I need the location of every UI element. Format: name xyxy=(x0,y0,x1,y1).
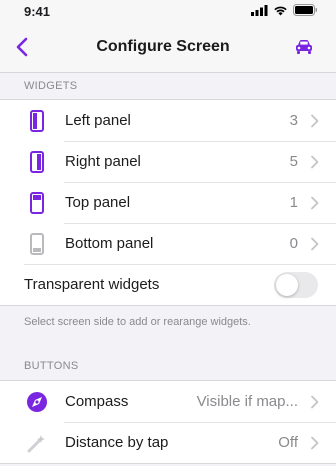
compass-value: Visible if map... xyxy=(196,393,298,410)
left-panel-icon xyxy=(25,109,49,133)
left-panel-row[interactable]: Left panel 3 xyxy=(0,100,336,141)
chevron-left-icon xyxy=(16,37,28,57)
chevron-right-icon xyxy=(311,114,319,127)
top-panel-label: Top panel xyxy=(65,194,131,211)
top-panel-row[interactable]: Top panel 1 xyxy=(0,182,336,223)
status-icons xyxy=(251,3,318,19)
transparent-widgets-label: Transparent widgets xyxy=(24,276,160,293)
compass-label: Compass xyxy=(65,393,129,410)
chevron-right-icon xyxy=(311,395,319,408)
battery-icon xyxy=(293,3,318,19)
right-panel-row[interactable]: Right panel 5 xyxy=(0,141,336,182)
car-mode-button[interactable] xyxy=(292,35,316,59)
bottom-panel-icon xyxy=(25,232,49,256)
bottom-panel-label: Bottom panel xyxy=(65,235,154,252)
back-button[interactable] xyxy=(10,35,34,59)
distance-by-tap-label: Distance by tap xyxy=(65,434,169,451)
bottom-panel-row[interactable]: Bottom panel 0 xyxy=(0,223,336,264)
widgets-section-header: WIDGETS xyxy=(24,80,78,92)
widgets-footer-note: Select screen side to add or rearange wi… xyxy=(24,316,251,328)
left-panel-label: Left panel xyxy=(65,112,131,129)
car-icon xyxy=(295,40,312,54)
transparent-widgets-toggle[interactable] xyxy=(274,271,318,298)
chevron-right-icon xyxy=(311,155,319,168)
bottom-panel-count: 0 xyxy=(289,235,298,252)
right-panel-icon xyxy=(25,150,49,174)
top-panel-icon xyxy=(25,191,49,215)
distance-by-tap-row[interactable]: Distance by tap Off xyxy=(0,422,336,463)
compass-icon xyxy=(25,390,49,414)
widgets-group: Left panel 3 Right panel 5 Top panel 1 B… xyxy=(0,99,336,306)
compass-row[interactable]: Compass Visible if map... xyxy=(0,381,336,422)
status-bar: 9:41 xyxy=(0,0,336,22)
buttons-group: Compass Visible if map... Distance by ta… xyxy=(0,380,336,464)
page-title: Configure Screen xyxy=(96,38,230,55)
buttons-section-header: BUTTONS xyxy=(24,360,79,372)
right-panel-count: 5 xyxy=(289,153,298,170)
wifi-icon xyxy=(273,4,288,19)
right-panel-label: Right panel xyxy=(65,153,141,170)
left-panel-count: 3 xyxy=(289,112,298,129)
top-panel-count: 1 xyxy=(289,194,298,211)
distance-by-tap-value: Off xyxy=(278,434,298,451)
signal-icon xyxy=(251,4,268,19)
chevron-right-icon xyxy=(311,436,319,449)
toggle-knob xyxy=(276,273,298,296)
distance-by-tap-icon xyxy=(25,431,49,455)
chevron-right-icon xyxy=(311,196,319,209)
chevron-right-icon xyxy=(311,237,319,250)
status-time: 9:41 xyxy=(24,3,51,19)
navigation-bar: Configure Screen xyxy=(0,22,336,73)
transparent-widgets-row: Transparent widgets xyxy=(0,264,336,305)
